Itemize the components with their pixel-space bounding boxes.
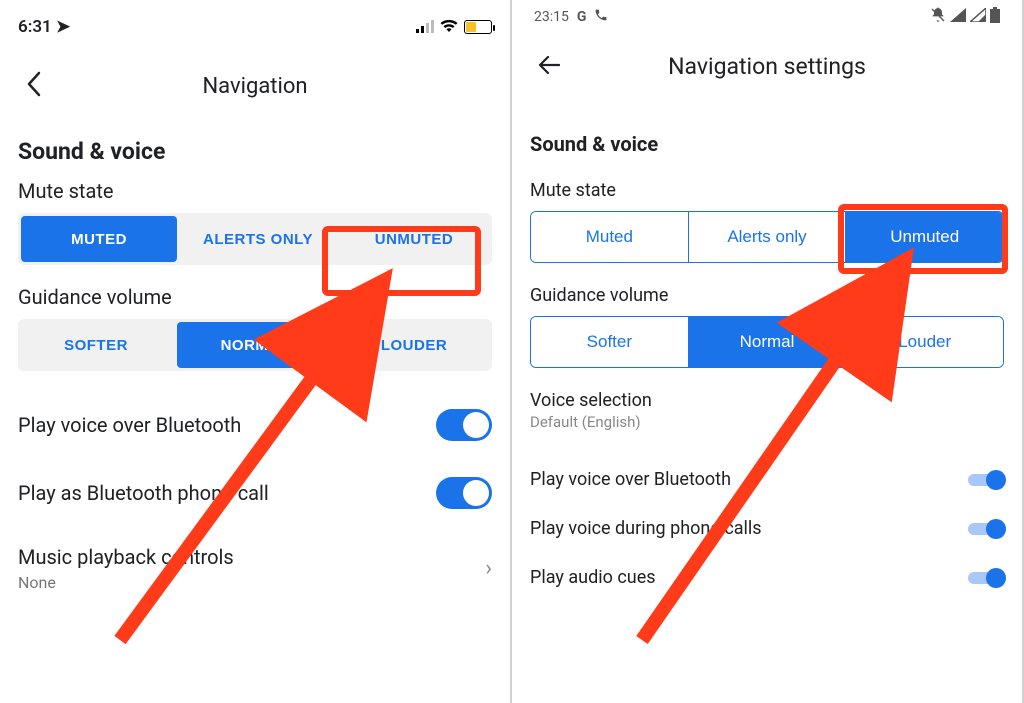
row-play-voice-during-calls[interactable]: Play voice during phone calls	[530, 504, 1004, 553]
battery-icon	[990, 7, 1000, 27]
android-screen: 23:15 G Navigation settings So	[512, 0, 1024, 703]
guidance-option-softer[interactable]: SOFTER	[18, 319, 174, 371]
switch-audio-cues[interactable]	[968, 568, 1004, 588]
signal-icon	[416, 21, 434, 33]
row-subtext: None	[18, 573, 234, 592]
guidance-option-normal[interactable]: Normal	[689, 317, 847, 367]
guidance-option-louder[interactable]: LOUDER	[336, 319, 492, 371]
guidance-volume-segmented: SOFTER NORMAL LOUDER	[18, 319, 492, 371]
mute-bell-icon	[930, 7, 946, 27]
row-label: Play voice over Bluetooth	[18, 413, 241, 437]
mute-option-muted[interactable]: Muted	[531, 212, 689, 262]
row-play-as-bt-call[interactable]: Play as Bluetooth phone call	[18, 459, 492, 527]
signal-icon	[950, 8, 966, 26]
mute-option-alerts[interactable]: ALERTS ONLY	[180, 213, 336, 265]
row-voice-selection[interactable]: Voice selection Default (English)	[530, 390, 1004, 431]
battery-icon	[464, 20, 492, 34]
back-button[interactable]	[18, 65, 50, 107]
mute-option-muted[interactable]: MUTED	[21, 216, 177, 262]
row-label: Play voice during phone calls	[530, 518, 762, 539]
switch-bluetooth[interactable]	[436, 409, 492, 441]
row-label: Play as Bluetooth phone call	[18, 481, 269, 505]
mute-state-segmented: MUTED ALERTS ONLY UNMUTED	[18, 213, 492, 265]
row-subtext: Default (English)	[530, 413, 1004, 431]
section-sound-voice: Sound & voice	[530, 132, 1004, 156]
ios-status-time: 6:31 ➤	[18, 17, 70, 37]
guidance-option-softer[interactable]: Softer	[531, 317, 689, 367]
location-arrow-icon: ➤	[56, 17, 70, 37]
nav-header: Navigation	[18, 54, 492, 118]
ios-status-bar: 6:31 ➤	[18, 0, 492, 54]
switch-during-calls[interactable]	[968, 519, 1004, 539]
nav-header: Navigation settings	[530, 34, 1004, 98]
section-sound-voice: Sound & voice	[18, 138, 492, 165]
chevron-right-icon: ›	[485, 556, 492, 581]
mute-state-label: Mute state	[18, 179, 492, 203]
android-status-time: 23:15	[534, 9, 569, 25]
android-status-bar: 23:15 G	[530, 0, 1004, 34]
mute-state-segmented: Muted Alerts only Unmuted	[530, 211, 1004, 263]
page-title: Navigation settings	[668, 53, 866, 80]
row-label: Voice selection	[530, 390, 1004, 411]
switch-bluetooth[interactable]	[968, 470, 1004, 490]
signal-icon-2	[970, 8, 986, 26]
ios-screen: 6:31 ➤ Navigation Sound & voice Mute sta…	[0, 0, 512, 703]
row-play-audio-cues[interactable]: Play audio cues	[530, 553, 1004, 602]
google-icon: G	[577, 9, 587, 25]
mute-option-unmuted[interactable]: Unmuted	[846, 212, 1003, 262]
mute-state-label: Mute state	[530, 180, 1004, 201]
phone-icon	[594, 8, 608, 26]
mute-option-alerts[interactable]: Alerts only	[689, 212, 847, 262]
wifi-icon	[440, 18, 458, 37]
guidance-volume-label: Guidance volume	[18, 285, 492, 309]
row-play-voice-bluetooth[interactable]: Play voice over Bluetooth	[18, 391, 492, 459]
row-label: Play audio cues	[530, 567, 656, 588]
switch-bt-call[interactable]	[436, 477, 492, 509]
guidance-option-normal[interactable]: NORMAL	[177, 322, 333, 368]
row-label: Play voice over Bluetooth	[530, 469, 731, 490]
row-play-voice-bluetooth[interactable]: Play voice over Bluetooth	[530, 455, 1004, 504]
row-label: Music playback controls	[18, 545, 234, 569]
mute-option-unmuted[interactable]: UNMUTED	[336, 213, 492, 265]
back-button[interactable]	[530, 47, 568, 85]
guidance-volume-label: Guidance volume	[530, 285, 1004, 306]
row-music-playback[interactable]: Music playback controls None ›	[18, 527, 492, 592]
guidance-volume-segmented: Softer Normal Louder	[530, 316, 1004, 368]
guidance-option-louder[interactable]: Louder	[846, 317, 1003, 367]
page-title: Navigation	[202, 74, 307, 99]
